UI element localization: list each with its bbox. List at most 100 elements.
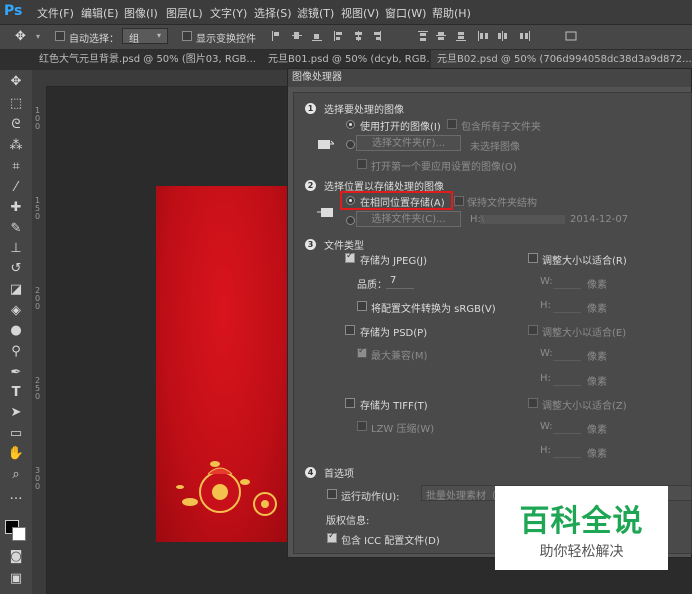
hand-tool-icon[interactable]: ✋ [7, 445, 25, 463]
psd-height-input[interactable] [553, 372, 581, 386]
tiff-height-unit: 像素 [587, 449, 607, 460]
lzw-compression-checkbox[interactable] [357, 421, 367, 431]
healing-brush-tool-icon[interactable]: ✚ [7, 199, 25, 217]
convert-srgb-checkbox[interactable] [357, 301, 367, 311]
align-bottom-icon [312, 40, 322, 41]
photoshop-logo[interactable]: Ps [4, 3, 22, 19]
dialog-title: 图像处理器 [288, 69, 691, 87]
select-folder-radio[interactable] [346, 140, 355, 149]
save-as-psd-checkbox[interactable] [345, 325, 355, 335]
brush-tool-icon[interactable]: ✎ [7, 220, 25, 238]
menu-image[interactable]: 图像(I) [124, 5, 158, 21]
menu-filter[interactable]: 滤镜(T) [297, 5, 334, 21]
max-compat-checkbox[interactable] [357, 346, 367, 358]
more-tools-icon[interactable]: … [7, 487, 25, 505]
select-output-folder-radio[interactable] [346, 216, 355, 225]
eraser-tool-icon[interactable]: ◪ [7, 281, 25, 299]
use-open-images-radio[interactable] [346, 120, 355, 129]
resize-tiff-checkbox[interactable] [528, 398, 538, 408]
run-action-checkbox[interactable] [327, 489, 337, 499]
max-compat-label: 最大兼容(M) [371, 351, 428, 362]
psd-width-input[interactable] [553, 347, 581, 361]
distribute-top-icon [418, 31, 428, 32]
no-image-selected-label: 未选择图像 [470, 142, 520, 153]
align-left-icon [334, 31, 335, 41]
save-as-tiff-checkbox[interactable] [345, 398, 355, 408]
align-right-icon [380, 31, 381, 41]
select-folder-button[interactable]: 选择文件夹(F)... [356, 135, 461, 151]
show-transform-checkbox[interactable] [182, 31, 192, 41]
action-set-value: 批量处理素材（ [426, 491, 496, 502]
menu-edit[interactable]: 编辑(E) [81, 5, 119, 21]
tiff-width-input[interactable] [553, 420, 581, 434]
auto-select-checkbox[interactable] [55, 31, 65, 41]
menu-view[interactable]: 视图(V) [341, 5, 379, 21]
blur-tool-icon[interactable]: ● [7, 322, 25, 340]
paint-bucket-tool-icon[interactable]: ◈ [7, 302, 25, 320]
psd-width-label: W: [540, 348, 553, 359]
distribute-left-icon [478, 31, 479, 41]
crop-tool-icon[interactable]: ⌗ [7, 158, 25, 176]
tab-doc-2[interactable]: 元旦B01.psd @ 50% (dcyb, RGB... [262, 50, 430, 70]
dodge-tool-icon[interactable]: ⚲ [7, 343, 25, 361]
tab-doc-1[interactable]: 红色大气元旦背景.psd @ 50% (图片03, RGB... [33, 50, 261, 70]
menu-window[interactable]: 窗口(W) [385, 5, 426, 21]
history-brush-tool-icon[interactable]: ↺ [7, 260, 25, 278]
auto-select-value: 组 [129, 34, 139, 45]
run-action-label: 运行动作(U): [341, 492, 400, 503]
watermark-logo: 百科全说 助你轻松解决 [495, 486, 668, 570]
menu-help[interactable]: 帮助(H) [432, 5, 471, 21]
background-color-swatch[interactable] [12, 527, 26, 541]
lzw-compression-label: LZW 压缩(W) [371, 424, 435, 435]
magic-wand-tool-icon[interactable]: ⁂ [7, 137, 25, 155]
section-3-number: 3 [305, 239, 316, 250]
tiff-height-input[interactable] [553, 444, 581, 458]
eyedropper-tool-icon[interactable]: ⁄ [7, 179, 25, 197]
keep-folder-structure-checkbox[interactable] [454, 196, 464, 206]
path-selection-tool-icon[interactable]: ➤ [7, 404, 25, 422]
include-subfolders-checkbox[interactable] [447, 119, 457, 129]
move-tool-icon[interactable]: ✥ [7, 73, 25, 91]
dropdown-arrow-icon: ▾ [157, 31, 162, 40]
tiff-height-label: H: [540, 445, 551, 456]
include-subfolders-label: 包含所有子文件夹 [461, 122, 541, 133]
jpeg-height-input[interactable] [553, 299, 581, 313]
quick-mask-icon[interactable]: ◙ [7, 548, 25, 566]
watermark-subtitle: 助你轻松解决 [539, 544, 624, 560]
ruler-tick: 0 [35, 122, 41, 131]
resize-jpeg-checkbox[interactable] [528, 253, 538, 263]
psd-height-unit: 像素 [587, 377, 607, 388]
quality-input[interactable]: 7 [386, 275, 414, 289]
resize-psd-checkbox[interactable] [528, 325, 538, 335]
open-first-image-label: 打开第一个要应用设置的图像(O) [371, 162, 517, 173]
include-icc-checkbox[interactable] [327, 531, 337, 543]
open-first-image-checkbox[interactable] [357, 159, 367, 169]
quality-label: 品质： [357, 280, 387, 291]
tab-doc-3[interactable]: 元旦B02.psd @ 50% (706d994058dc38d3a9d872.… [431, 50, 692, 70]
folder-open-icon [318, 140, 334, 149]
type-tool-icon[interactable]: T [7, 384, 25, 402]
jpeg-width-input[interactable] [553, 275, 581, 289]
menu-type[interactable]: 文字(Y) [210, 5, 247, 21]
include-icc-label: 包含 ICC 配置文件(D) [341, 536, 440, 547]
zoom-tool-icon[interactable]: ⌕ [7, 466, 25, 484]
menu-select[interactable]: 选择(S) [254, 5, 292, 21]
marquee-tool-icon[interactable]: ⬚ [7, 95, 25, 113]
distribute-right-icon [520, 33, 523, 39]
pen-tool-icon[interactable]: ✒ [7, 364, 25, 382]
menu-layer[interactable]: 图层(L) [166, 5, 203, 21]
clone-stamp-tool-icon[interactable]: ⊥ [7, 240, 25, 258]
jpeg-width-label: W: [540, 276, 553, 287]
chevron-down-icon[interactable]: ▾ [36, 32, 40, 41]
shape-tool-icon[interactable]: ▭ [7, 425, 25, 443]
ruler-tick: 0 [35, 302, 41, 311]
resize-psd-label: 调整大小以适合(E) [542, 328, 627, 339]
auto-select-dropdown[interactable]: 组 ▾ [122, 28, 168, 45]
move-tool-icon[interactable]: ✥ [15, 29, 26, 44]
quality-value: 7 [390, 275, 397, 286]
screen-mode-icon[interactable]: ▣ [7, 570, 25, 588]
save-as-jpeg-checkbox[interactable] [345, 251, 355, 263]
select-output-folder-button[interactable]: 选择文件夹(C)... [356, 211, 461, 227]
menu-file[interactable]: 文件(F) [37, 5, 74, 21]
lasso-tool-icon[interactable]: ᘓ [7, 116, 25, 134]
